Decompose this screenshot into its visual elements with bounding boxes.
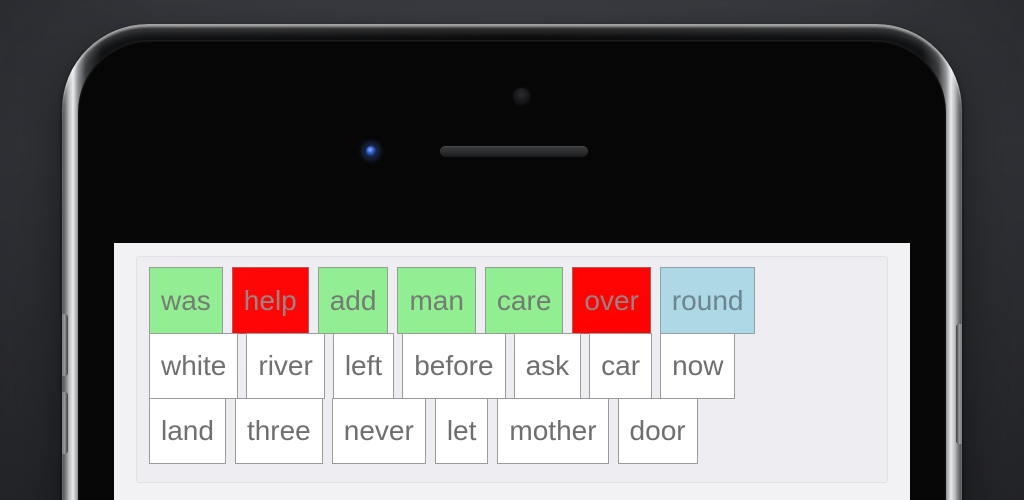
volume-down-button[interactable] bbox=[62, 392, 68, 454]
word-tile[interactable]: now bbox=[660, 333, 736, 399]
volume-up-button[interactable] bbox=[62, 314, 68, 376]
app-body: was help add man care over round white river lef… bbox=[114, 243, 910, 500]
word-row-3: land three never let mother door bbox=[145, 398, 879, 464]
phone-screen: was help add man care over round white river lef… bbox=[114, 243, 910, 500]
word-tile[interactable]: care bbox=[484, 267, 564, 334]
word-tile[interactable]: over bbox=[572, 267, 651, 334]
word-tile[interactable]: before bbox=[402, 333, 506, 399]
word-tile[interactable]: ask bbox=[513, 333, 582, 399]
power-button[interactable] bbox=[956, 324, 962, 444]
word-tile[interactable]: was bbox=[149, 267, 223, 334]
word-tile[interactable]: white bbox=[149, 333, 239, 399]
word-tile[interactable]: let bbox=[434, 398, 489, 464]
word-tile[interactable]: never bbox=[331, 398, 426, 464]
word-tile[interactable]: car bbox=[589, 333, 653, 399]
word-tile[interactable]: river bbox=[246, 333, 325, 399]
word-tile[interactable]: land bbox=[149, 398, 226, 464]
word-tile[interactable]: add bbox=[317, 267, 389, 334]
word-tile[interactable]: help bbox=[231, 267, 309, 334]
word-tile[interactable]: round bbox=[659, 267, 756, 334]
word-row-1: was help add man care over round bbox=[145, 267, 879, 334]
screenshot-stage: was help add man care over round white river lef… bbox=[0, 0, 1024, 500]
word-tile[interactable]: man bbox=[397, 267, 476, 334]
word-tile[interactable]: left bbox=[332, 333, 395, 399]
word-tile[interactable]: door bbox=[617, 398, 698, 464]
word-row-2: white river left before ask car now bbox=[145, 333, 879, 399]
front-camera-icon bbox=[360, 140, 382, 162]
word-tile[interactable]: mother bbox=[497, 398, 609, 464]
word-panel: was help add man care over round white river lef… bbox=[136, 256, 888, 483]
word-tile[interactable]: three bbox=[234, 398, 323, 464]
front-camera-lens-icon bbox=[366, 146, 376, 156]
proximity-sensor-icon bbox=[513, 88, 530, 105]
earpiece-speaker-icon bbox=[440, 146, 588, 157]
smartphone-device: was help add man care over round white river lef… bbox=[62, 24, 962, 500]
